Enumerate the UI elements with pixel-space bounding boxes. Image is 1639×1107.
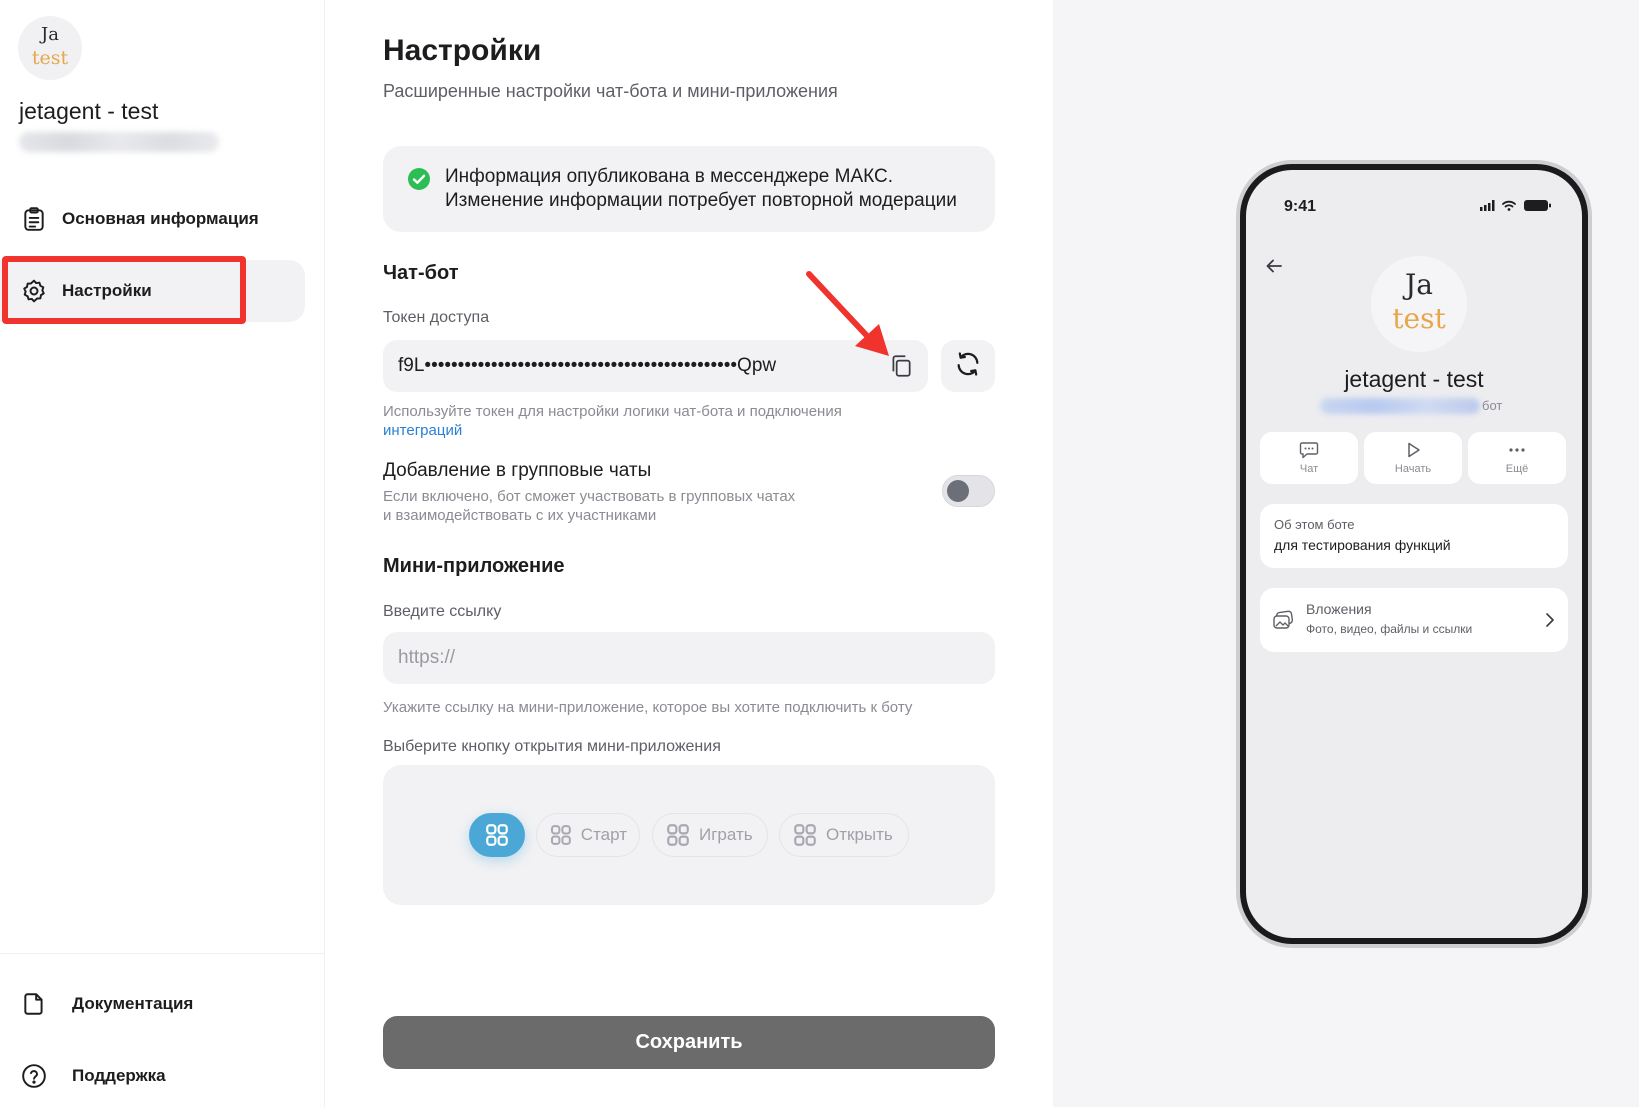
save-button[interactable]: Сохранить [383,1016,995,1069]
button-select-label: Выберите кнопку открытия мини-приложения [383,738,721,755]
grid-icon [667,824,689,846]
refresh-icon [954,350,982,383]
notice-line-2: Изменение информации потребует повторной… [445,190,957,211]
sidebar-item-main-info[interactable]: Основная информация [0,188,305,250]
avatar-text-bottom: test [32,47,69,69]
chevron-right-icon [1546,613,1554,627]
preview-bot-name: jetagent - test [1344,366,1484,392]
preview-action-label: Чат [1299,463,1319,475]
sidebar-item-documentation[interactable]: Документация [0,973,305,1035]
token-hint-text: Используйте токен для настройки логики ч… [383,403,842,420]
button-option-play[interactable]: Играть [652,813,768,857]
token-value: f9L•••••••••••••••••••••••••••••••••••••… [398,355,777,376]
integrations-link[interactable]: интеграций [383,422,462,439]
sidebar-item-label: Документация [72,994,194,1013]
preview-action-start[interactable]: Начать [1364,432,1462,484]
more-dots-icon [1509,448,1525,452]
attachments-title: Вложения [1306,601,1372,617]
url-label: Введите ссылку [383,603,502,620]
gallery-icon [1273,610,1294,629]
group-hint-line-1: Если включено, бот сможет участвовать в … [383,488,796,505]
preview-bot-suffix: бот [1482,398,1503,413]
about-heading: Об этом боте [1274,517,1355,532]
grid-icon [486,824,508,846]
sidebar-item-label: Основная информация [62,209,259,228]
preview-avatar-text-top: Ja [1402,268,1433,301]
preview-blurred-username [1320,398,1480,414]
preview-action-label: Начать [1394,463,1432,475]
highlight-annotation [2,256,246,324]
about-text: для тестирования функций [1274,537,1451,553]
preview-action-more[interactable]: Ещё [1468,432,1566,484]
attachments-subtitle: Фото, видео, файлы и ссылки [1306,622,1473,636]
document-icon [20,990,48,1018]
option-label: Открыть [826,825,893,844]
group-chats-hint: Если включено, бот сможет участвовать в … [383,487,795,525]
button-option-icon-only[interactable] [469,813,525,857]
bot-avatar: Ja test [18,16,82,80]
group-chats-title: Добавление в групповые чаты [383,460,652,481]
phone-preview-panel: 9:41 Ja test jetagent - test бот Чат Нач… [1053,0,1639,1107]
sidebar-item-support[interactable]: Поддержка [0,1045,305,1107]
sidebar-divider [0,953,325,954]
clipboard-icon [20,205,48,233]
preview-attachments-card[interactable]: Вложения Фото, видео, файлы и ссылки [1260,588,1568,652]
grid-icon [794,824,816,846]
play-icon [1408,442,1420,458]
chat-bubble-icon [1299,442,1319,459]
token-hint: Используйте токен для настройки логики ч… [383,402,842,440]
toggle-knob [947,480,969,502]
mini-app-url-input[interactable] [383,632,995,684]
group-hint-line-2: и взаимодействовать с их участниками [383,507,657,524]
arrow-annotation [806,271,889,356]
mini-app-heading: Мини-приложение [383,555,565,577]
chatbot-heading: Чат-бот [383,262,459,284]
page-title: Настройки [383,34,542,67]
preview-action-chat[interactable]: Чат [1260,432,1358,484]
avatar-text-top: Ja [39,24,59,45]
settings-form: Настройки Расширенные настройки чат-бота… [383,0,995,1107]
group-chats-toggle[interactable] [942,475,995,507]
status-icons [1480,200,1551,211]
preview-bot-avatar: Ja test [1371,256,1467,352]
status-time: 9:41 [1284,198,1317,215]
button-option-open[interactable]: Открыть [779,813,909,857]
bot-name: jetagent - test [19,98,159,124]
publication-notice: Информация опубликована в мессенджере МА… [383,146,995,232]
button-option-start[interactable]: Старт [536,813,640,857]
option-label: Старт [580,825,627,844]
option-label: Играть [699,825,753,844]
phone-frame: 9:41 Ja test jetagent - test бот Чат Нач… [1240,164,1588,944]
token-label: Токен доступа [383,309,490,326]
help-circle-icon [20,1062,48,1090]
sidebar-item-label: Поддержка [72,1066,166,1085]
open-button-picker: Старт Играть Открыть [383,765,995,905]
notice-line-1: Информация опубликована в мессенджере МА… [445,166,893,187]
blurred-bot-link [19,132,219,152]
sidebar: Ja test jetagent - test Основная информа… [0,0,325,1107]
preview-action-label: Ещё [1505,463,1529,475]
check-circle-icon [408,168,430,190]
grid-icon [550,825,571,845]
phone-screen: 9:41 Ja test jetagent - test бот Чат Нач… [1246,170,1582,938]
regenerate-token-button[interactable] [941,340,995,392]
preview-about-card: Об этом боте для тестирования функций [1260,504,1568,568]
back-arrow-icon[interactable] [1264,256,1284,276]
page-subtitle: Расширенные настройки чат-бота и мини-пр… [383,81,838,101]
url-hint: Укажите ссылку на мини-приложение, котор… [383,699,913,716]
preview-avatar-text-bottom: test [1392,302,1446,335]
